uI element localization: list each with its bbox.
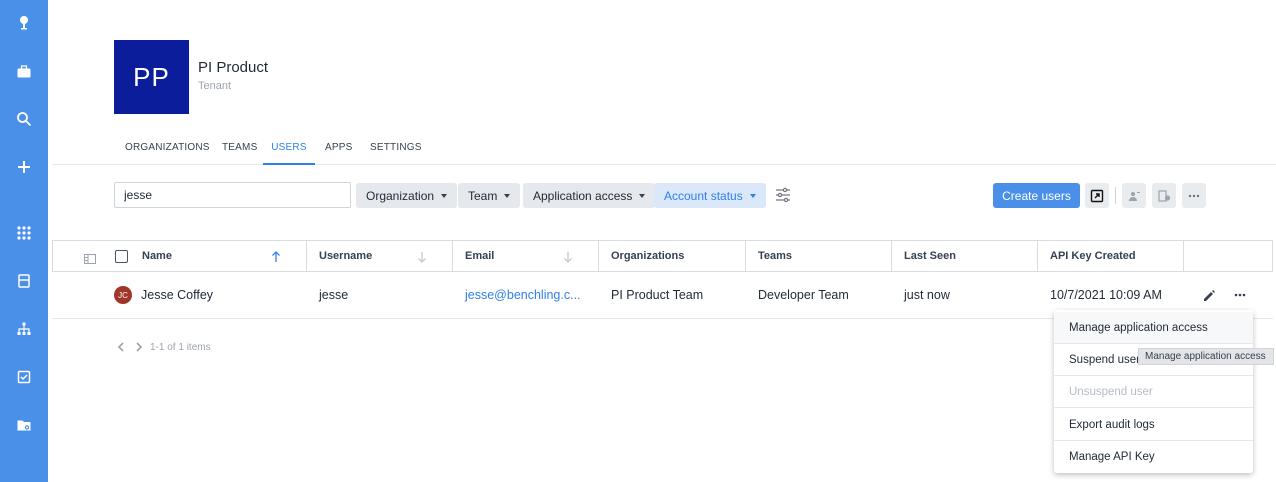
tab-teams[interactable]: TEAMS (222, 132, 257, 164)
cell-organizations: PI Product Team (611, 288, 704, 302)
column-divider (598, 241, 599, 271)
column-header-email[interactable]: Email (465, 241, 494, 271)
left-sidebar (0, 0, 48, 482)
column-header-name[interactable]: Name (142, 241, 172, 271)
tenant-name: PI Product (198, 59, 269, 76)
chevron-left-icon[interactable] (114, 340, 128, 354)
column-divider (891, 241, 892, 271)
column-divider (452, 241, 453, 271)
filter-settings-icon[interactable] (773, 186, 793, 204)
team-filter[interactable]: Team (458, 183, 521, 208)
plus-icon[interactable] (14, 157, 34, 177)
table-header: Name Username Email Organizations Teams … (52, 240, 1273, 272)
export-icon[interactable] (1085, 183, 1109, 208)
user-action-icon[interactable] (1122, 183, 1146, 208)
pagination: 1-1 of 1 items (114, 339, 211, 355)
pagination-summary: 1-1 of 1 items (150, 341, 211, 353)
column-header-username[interactable]: Username (319, 241, 372, 271)
sort-arrow-icon[interactable] (563, 250, 573, 263)
application-access-filter[interactable]: Application access (523, 183, 656, 208)
caret-down-icon (639, 193, 646, 198)
menu-item-manage-application-access[interactable]: Manage application access (1054, 312, 1253, 344)
caret-down-icon (749, 193, 756, 198)
column-header-last-seen[interactable]: Last Seen (904, 241, 956, 271)
tab-users[interactable]: USERS (263, 132, 315, 165)
more-actions-icon[interactable] (1182, 183, 1206, 208)
cell-name: Jesse Coffey (141, 288, 214, 302)
organization-filter[interactable]: Organization (356, 183, 458, 208)
apps-grid-icon[interactable] (14, 223, 34, 243)
inventory-icon[interactable] (14, 271, 34, 291)
menu-item-export-audit-logs[interactable]: Export audit logs (1054, 409, 1253, 441)
column-toggle-icon[interactable] (84, 251, 96, 264)
sort-ascending-icon[interactable] (271, 250, 281, 262)
application-access-filter-label: Application access (533, 188, 633, 203)
search-icon[interactable] (14, 109, 34, 129)
sort-arrow-icon[interactable] (417, 250, 427, 263)
tab-apps[interactable]: APPS (325, 132, 352, 164)
search-input[interactable] (114, 182, 351, 208)
column-divider (1037, 241, 1038, 271)
account-status-filter-label: Account status (664, 188, 743, 203)
menu-item-unsuspend-user: Unsuspend user (1054, 376, 1253, 408)
user-report-icon[interactable] (1152, 183, 1176, 208)
cell-teams: Developer Team (758, 288, 849, 302)
cell-last-seen: just now (904, 288, 950, 302)
tab-bar: ORGANIZATIONS TEAMS USERS APPS SETTINGS (52, 132, 1276, 165)
tooltip: Manage application access (1138, 348, 1274, 365)
tab-settings[interactable]: SETTINGS (370, 132, 422, 164)
briefcase-icon[interactable] (14, 62, 34, 82)
organization-filter-label: Organization (366, 188, 435, 203)
column-divider (1183, 241, 1184, 271)
caret-down-icon (504, 193, 511, 198)
chevron-right-icon[interactable] (132, 340, 146, 354)
team-filter-label: Team (468, 188, 498, 203)
edit-pencil-icon[interactable] (1201, 287, 1217, 303)
cell-email-link[interactable]: jesse@benchling.c... (465, 288, 581, 302)
folder-settings-icon[interactable] (14, 415, 34, 435)
column-divider (306, 241, 307, 271)
create-users-button[interactable]: Create users (993, 183, 1080, 208)
cell-api-key-created: 10/7/2021 10:09 AM (1050, 288, 1162, 302)
toolbar-divider (1115, 187, 1116, 204)
column-divider (745, 241, 746, 271)
tab-organizations[interactable]: ORGANIZATIONS (125, 132, 210, 164)
row-more-icon[interactable] (1232, 287, 1248, 303)
column-header-api-key-created[interactable]: API Key Created (1050, 241, 1136, 271)
avatar: JC (114, 286, 132, 304)
tenant-avatar: PP (114, 40, 189, 114)
tenant-type: Tenant (198, 80, 232, 92)
select-all-checkbox[interactable] (115, 250, 128, 263)
cell-username: jesse (319, 288, 349, 302)
column-header-organizations[interactable]: Organizations (611, 241, 684, 271)
logo-icon[interactable] (14, 13, 34, 33)
menu-item-manage-api-key[interactable]: Manage API Key (1054, 441, 1253, 473)
hierarchy-icon[interactable] (14, 319, 34, 339)
caret-down-icon (441, 193, 448, 198)
column-header-teams[interactable]: Teams (758, 241, 792, 271)
row-action-menu: Manage application access Suspend user U… (1054, 310, 1253, 473)
account-status-filter[interactable]: Account status (654, 183, 766, 208)
tasks-icon[interactable] (14, 367, 34, 387)
